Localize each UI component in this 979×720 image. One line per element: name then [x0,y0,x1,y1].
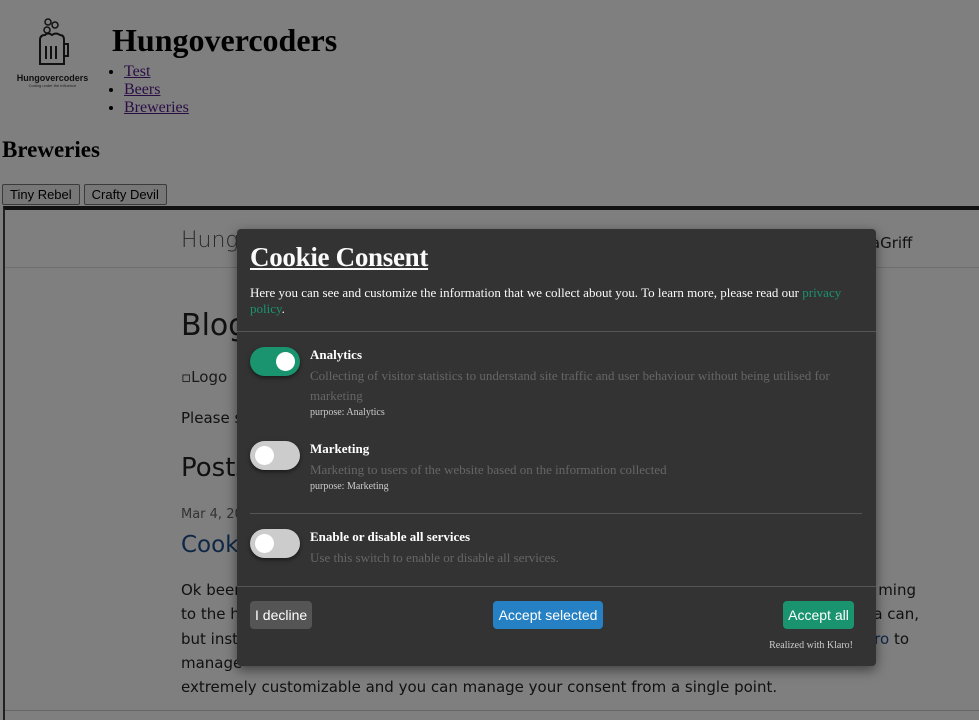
marketing-toggle[interactable] [250,441,300,470]
service-purpose: purpose: Marketing [310,481,389,492]
service-purpose: purpose: Analytics [310,407,385,418]
service-analytics: Analytics Collecting of visitor statisti… [310,347,870,418]
klaro-credit-link[interactable]: Realized with Klaro! [769,640,853,651]
service-name: Analytics [310,347,362,362]
accept-selected-button[interactable]: Accept selected [493,601,603,629]
accept-all-button[interactable]: Accept all [783,601,854,629]
service-description: Marketing to users of the website based … [310,462,667,477]
analytics-toggle[interactable] [250,347,300,376]
decline-button[interactable]: I decline [250,601,313,629]
description-text: Here you can see and customize the infor… [250,285,803,300]
all-services-toggle[interactable] [250,529,300,558]
toggle-knob [255,534,274,553]
divider [237,586,876,587]
all-services: Enable or disable all services Use this … [310,529,870,568]
service-description: Collecting of visitor statistics to unde… [310,368,830,403]
toggle-knob [255,446,274,465]
modal-title: Cookie Consent [250,242,429,272]
divider [250,513,862,514]
toggle-knob [276,352,295,371]
all-services-description: Use this switch to enable or disable all… [310,550,559,565]
cookie-consent-modal: Cookie Consent Here you can see and cust… [237,229,876,666]
modal-description: Here you can see and customize the infor… [250,285,842,316]
divider [237,331,876,332]
service-name: Marketing [310,441,370,456]
all-services-name: Enable or disable all services [310,529,471,544]
service-marketing: Marketing Marketing to users of the webs… [310,441,870,492]
